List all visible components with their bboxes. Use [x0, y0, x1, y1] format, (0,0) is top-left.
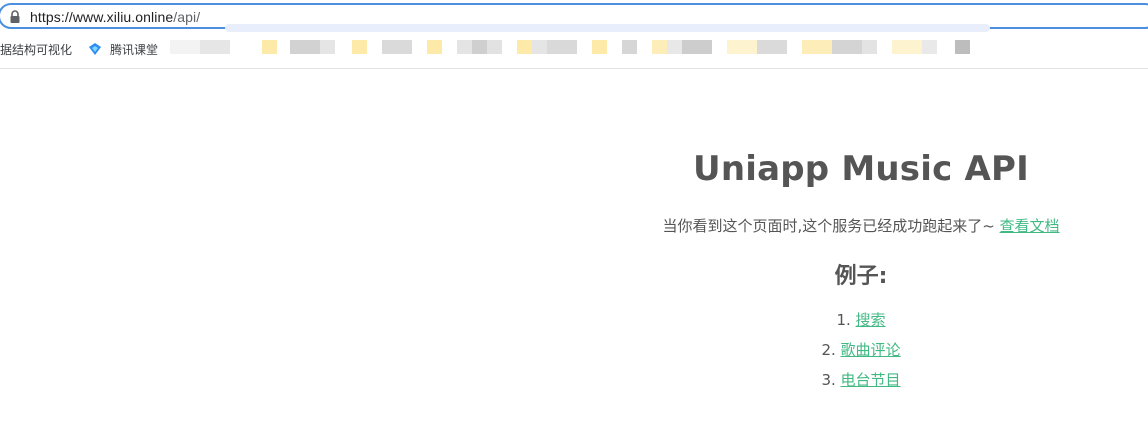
page-body: Uniapp Music API 当你看到这个页面时,这个服务已经成功跑起来了~…: [0, 68, 1148, 437]
tencent-classroom-icon: [89, 43, 101, 55]
bookmark-data-structure-visualization[interactable]: 据结构可视化: [0, 41, 72, 58]
list-number: 1.: [836, 311, 856, 329]
example-link-search[interactable]: 搜索: [856, 311, 886, 329]
page-title: Uniapp Music API: [693, 149, 1029, 189]
list-item: 2. 歌曲评论: [574, 340, 1148, 370]
example-list: 1. 搜索 2. 歌曲评论 3. 电台节目: [574, 310, 1148, 400]
address-highlight: [225, 24, 990, 32]
lock-icon[interactable]: [9, 10, 21, 24]
list-number: 3.: [821, 371, 841, 389]
list-item: 1. 搜索: [574, 310, 1148, 340]
url-path: /api/: [173, 9, 201, 25]
bookmark-label: 据结构可视化: [0, 43, 73, 57]
view-docs-link[interactable]: 查看文档: [1000, 217, 1060, 235]
redacted-bookmarks: [170, 36, 985, 66]
url-host: https://www.xiliu.online: [30, 9, 174, 25]
example-link-radio-programs[interactable]: 电台节目: [841, 371, 901, 389]
status-line: 当你看到这个页面时,这个服务已经成功跑起来了~ 查看文档: [574, 215, 1148, 236]
url-text[interactable]: https://www.xiliu.online/api/: [30, 9, 200, 25]
list-number: 2.: [821, 341, 841, 359]
list-item: 3. 电台节目: [574, 370, 1148, 400]
examples-heading: 例子:: [834, 264, 888, 289]
browser-chrome: https://www.xiliu.online/api/ 据结构可视化 腾讯课…: [0, 0, 1148, 69]
bookmarks-bar: 据结构可视化 腾讯课堂: [0, 36, 1148, 64]
bookmark-label: 腾讯课堂: [110, 43, 159, 57]
status-text: 当你看到这个页面时,这个服务已经成功跑起来了~: [662, 217, 1000, 235]
bookmark-tencent-classroom[interactable]: 腾讯课堂: [88, 41, 158, 58]
example-link-song-comments[interactable]: 歌曲评论: [841, 341, 901, 359]
